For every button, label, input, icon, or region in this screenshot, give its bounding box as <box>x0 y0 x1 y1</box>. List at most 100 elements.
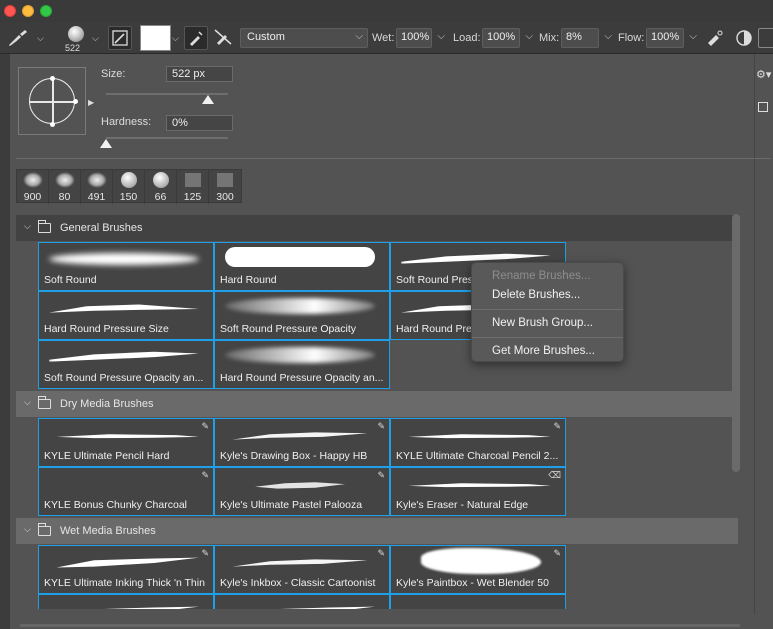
folder-icon <box>38 396 51 409</box>
size-input[interactable]: 522 px <box>166 66 233 82</box>
brush-tool-icon: ✎ <box>201 421 209 431</box>
brush-preset-item[interactable]: Soft Round Pressure Opacity an... <box>38 340 214 389</box>
brush-preset-item[interactable] <box>38 594 214 609</box>
recent-brush[interactable]: 125 <box>177 170 209 204</box>
size-slider-thumb[interactable] <box>202 95 215 104</box>
brush-tool-icon: ✎ <box>553 421 561 431</box>
load-brush-icon <box>190 31 203 46</box>
group-header-general[interactable]: ⌵ General Brushes <box>16 215 738 241</box>
brush-preset-item[interactable]: Hard Round <box>214 242 390 291</box>
brush-preset-item[interactable]: ✎ Kyle's Drawing Box - Happy HB <box>214 418 390 467</box>
brush-list-scrollbar[interactable] <box>732 214 740 472</box>
pressure-size-button[interactable] <box>758 28 773 48</box>
hardness-label: Hardness: <box>101 116 152 128</box>
brush-preset-item[interactable]: ✎ KYLE Bonus Chunky Charcoal <box>38 467 214 516</box>
recent-brush[interactable]: 491 <box>81 170 113 204</box>
expand-arrow-icon[interactable]: ▶ <box>88 98 94 107</box>
roundness-handle-top[interactable] <box>50 76 55 81</box>
rename-brushes-menu-item: Rename Brushes... <box>492 270 591 282</box>
recent-brush-size: 80 <box>58 191 71 203</box>
wet-value: 100% <box>401 31 430 43</box>
brush-stroke-preview <box>408 434 551 439</box>
brush-stroke-preview <box>49 253 199 265</box>
tool-options-bar: ⌵ 522 ⌵ ⌵ Custom ⌵ Wet: 100% ⌵ Load: 100… <box>0 22 773 54</box>
load-swatch-chevron-icon[interactable]: ⌵ <box>172 33 179 44</box>
get-more-brushes-menu-item[interactable]: Get More Brushes... <box>472 342 623 361</box>
recent-brush[interactable]: 66 <box>145 170 177 204</box>
load-input[interactable]: 100% ⌵ <box>482 28 533 48</box>
recent-brush[interactable]: 300 <box>209 170 241 204</box>
minimize-window-button[interactable] <box>22 5 34 17</box>
brush-preset-chevron-icon[interactable]: ⌵ <box>92 33 99 44</box>
recent-brush-size: 150 <box>119 191 138 203</box>
group-header-dry-media[interactable]: ⌵ Dry Media Brushes <box>16 391 738 417</box>
group-header-wet-media[interactable]: ⌵ Wet Media Brushes <box>16 518 738 544</box>
airbrush-icon[interactable] <box>704 28 726 48</box>
flow-value: 100% <box>651 31 680 43</box>
close-window-button[interactable] <box>4 5 16 17</box>
horizontal-scrollbar[interactable] <box>20 624 740 627</box>
hardness-slider[interactable] <box>106 137 228 139</box>
pressure-opacity-icon[interactable] <box>734 28 754 48</box>
brush-tool-icon: ✎ <box>201 548 209 558</box>
brush-preset-item[interactable]: Soft Round Pressure Opacity <box>214 291 390 340</box>
panel-divider <box>16 158 771 159</box>
brush-preset-item[interactable]: Hard Round Pressure Opacity an... <box>214 340 390 389</box>
brush-preset-item[interactable]: ✎ KYLE Ultimate Pencil Hard <box>38 418 214 467</box>
mixer-brush-tool-icon[interactable] <box>6 28 30 48</box>
recent-brush[interactable]: 150 <box>113 170 145 204</box>
clean-brush-after-stroke-button[interactable] <box>212 26 236 50</box>
new-brush-icon[interactable] <box>758 102 768 112</box>
mixer-brush-tool-icon: ✎ <box>553 548 561 558</box>
recent-brush[interactable]: 80 <box>49 170 81 204</box>
brush-stroke-preview <box>49 304 199 313</box>
menu-separator <box>472 337 623 338</box>
expand-chevron-icon[interactable]: ⌵ <box>24 397 31 408</box>
expand-chevron-icon[interactable]: ⌵ <box>24 221 31 232</box>
brush-settings-panel-button[interactable] <box>108 26 132 50</box>
folder-icon <box>38 523 51 536</box>
brush-stroke-preview <box>232 432 368 440</box>
brush-preset-item[interactable]: ✎ KYLE Ultimate Charcoal Pencil 2... <box>390 418 566 467</box>
new-brush-group-menu-item[interactable]: New Brush Group... <box>472 314 623 333</box>
flow-chevron-icon[interactable]: ⌵ <box>689 31 697 42</box>
recent-brush-size: 125 <box>183 191 202 203</box>
brush-tip-icon <box>68 26 84 42</box>
wet-chevron-icon[interactable]: ⌵ <box>437 31 445 42</box>
mix-chevron-icon[interactable]: ⌵ <box>604 31 612 42</box>
brush-preset-item[interactable]: Soft Round <box>38 242 214 291</box>
brush-preset-list: ⌵ General Brushes Soft Round Hard Round … <box>16 213 738 609</box>
mix-input[interactable]: 8% ⌵ <box>561 28 612 48</box>
tool-preset-chevron-icon[interactable]: ⌵ <box>37 33 44 44</box>
brush-preset-item[interactable]: Hard Round Pressure Size <box>38 291 214 340</box>
brush-angle-preview[interactable] <box>18 67 86 135</box>
eraser-tool-icon: ⌫ <box>548 470 561 480</box>
brush-preset-item[interactable]: ✎ Kyle's Inkbox - Classic Cartoonist <box>214 545 390 594</box>
recent-brush[interactable]: 900 <box>17 170 49 204</box>
load-chevron-icon[interactable]: ⌵ <box>525 31 533 42</box>
brush-preset-item[interactable] <box>214 594 390 609</box>
roundness-handle-bottom[interactable] <box>50 122 55 127</box>
brush-name: Hard Round <box>220 274 277 286</box>
hardness-slider-thumb[interactable] <box>100 139 112 148</box>
brush-tool-icon: ✎ <box>377 470 385 480</box>
brush-stroke-preview <box>56 557 199 568</box>
expand-chevron-icon[interactable]: ⌵ <box>24 524 31 535</box>
panel-settings-gear-icon[interactable]: ⚙▾ <box>756 68 771 81</box>
flow-input[interactable]: 100% ⌵ <box>646 28 697 48</box>
group-name: Dry Media Brushes <box>60 398 154 410</box>
flow-label: Flow: <box>618 32 645 44</box>
zoom-window-button[interactable] <box>40 5 52 17</box>
brush-preset-item[interactable]: ✎ KYLE Ultimate Inking Thick 'n Thin <box>38 545 214 594</box>
wet-input[interactable]: 100% ⌵ <box>396 28 445 48</box>
angle-handle[interactable] <box>73 99 78 104</box>
blend-combination-select[interactable]: Custom ⌵ <box>240 28 368 48</box>
brush-preset-item[interactable]: ✎ Kyle's Paintbox - Wet Blender 50 <box>390 545 566 594</box>
current-brush-load-swatch[interactable] <box>140 25 171 51</box>
load-brush-after-stroke-button[interactable] <box>184 26 208 50</box>
brush-preset-item[interactable]: ⌫ Kyle's Eraser - Natural Edge <box>390 467 566 516</box>
hardness-input[interactable]: 0% <box>166 115 233 131</box>
delete-brushes-menu-item[interactable]: Delete Brushes... <box>472 286 623 305</box>
brush-preset-item[interactable] <box>390 594 566 609</box>
brush-preset-item[interactable]: ✎ Kyle's Ultimate Pastel Palooza <box>214 467 390 516</box>
